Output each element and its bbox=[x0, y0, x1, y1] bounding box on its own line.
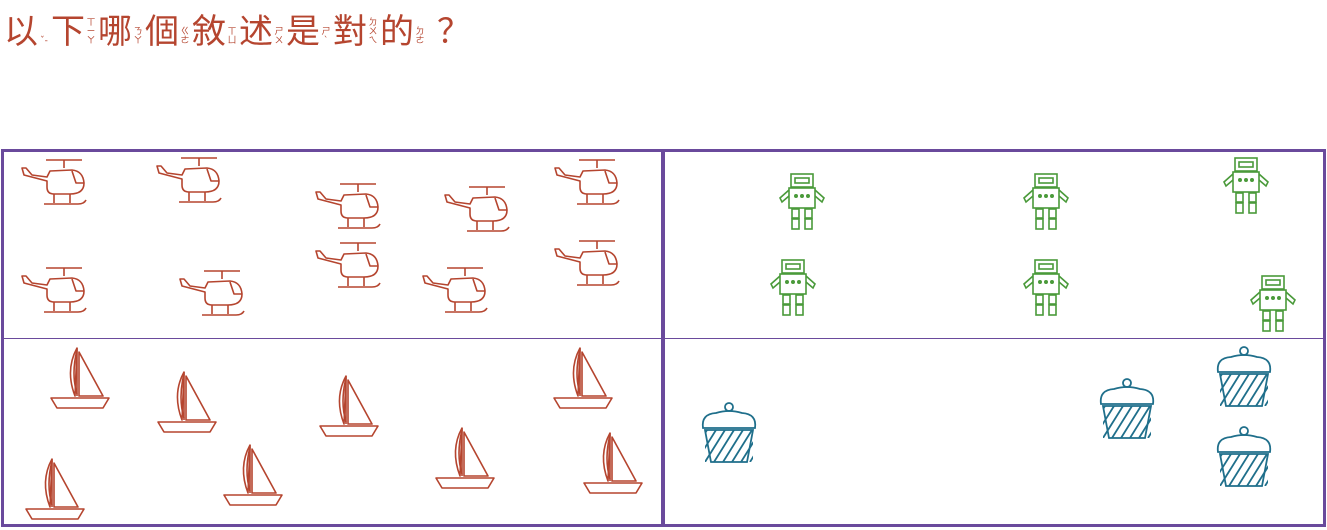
helicopter-icon bbox=[178, 268, 248, 324]
sailboat-icon bbox=[435, 427, 495, 489]
helicopter-icon bbox=[20, 265, 90, 321]
robot-icon bbox=[1223, 157, 1269, 214]
sailboat-icon bbox=[580, 431, 646, 501]
helicopter-icon bbox=[21, 267, 87, 313]
sailboat-icon bbox=[319, 375, 379, 437]
question-char: 哪ㄋ ㄚ bbox=[98, 12, 143, 52]
robot-icon bbox=[767, 258, 821, 322]
helicopter-icon bbox=[20, 157, 90, 213]
robot-icon bbox=[1020, 258, 1074, 322]
helicopter-icon bbox=[553, 157, 623, 213]
cupcake-icon bbox=[1216, 346, 1272, 407]
question-char: 下ㄒ ㄧ ㄚ bbox=[51, 12, 96, 52]
helicopter-icon bbox=[315, 242, 381, 288]
question-mark: ？ bbox=[437, 12, 471, 52]
helicopter-icon bbox=[443, 184, 513, 240]
sailboat-icon bbox=[432, 426, 498, 496]
sailboat-icon bbox=[154, 370, 220, 440]
sailboat-icon bbox=[220, 443, 286, 513]
row-divider bbox=[2, 338, 1324, 339]
sailboat-icon bbox=[50, 347, 110, 409]
helicopter-icon bbox=[553, 238, 623, 294]
cupcake-icon bbox=[701, 402, 757, 463]
sailboat-icon bbox=[25, 458, 85, 520]
sailboat-icon bbox=[583, 432, 643, 494]
question-char: 的ㄉ ㄜ bbox=[380, 12, 425, 52]
robot-icon bbox=[1250, 275, 1296, 332]
robot-icon bbox=[1023, 259, 1069, 316]
robot-icon bbox=[779, 173, 825, 230]
cupcake-icon bbox=[1098, 378, 1156, 448]
helicopter-icon bbox=[314, 181, 384, 237]
cupcake-icon bbox=[1099, 378, 1155, 439]
helicopter-icon bbox=[554, 240, 620, 286]
sailboat-icon bbox=[22, 457, 88, 527]
helicopter-icon bbox=[554, 159, 620, 205]
cupcake-icon bbox=[1215, 426, 1273, 496]
robot-icon bbox=[770, 259, 816, 316]
question-char: 對ㄉ ㄨ ㄟ bbox=[333, 12, 378, 52]
helicopter-icon bbox=[156, 157, 222, 203]
question-char: 敘ㄒ ㄩ bbox=[192, 12, 237, 52]
sailboat-icon bbox=[47, 346, 113, 416]
sailboat-icon bbox=[550, 346, 616, 416]
cupcake-icon bbox=[1216, 426, 1272, 487]
robot-icon bbox=[776, 172, 830, 236]
cupcake-icon bbox=[1215, 346, 1273, 416]
cupcake-icon bbox=[700, 402, 758, 472]
helicopter-icon bbox=[314, 240, 384, 296]
helicopter-icon bbox=[444, 186, 510, 232]
robot-icon bbox=[1020, 172, 1074, 236]
question-char: 述ㄕ ㄨ bbox=[239, 12, 284, 52]
helicopter-icon bbox=[422, 267, 488, 313]
helicopter-icon bbox=[179, 270, 245, 316]
question-text: 以 ˇ- 下ㄒ ㄧ ㄚ 哪ㄋ ㄚ 個ㄍ ㄜ 敘ㄒ ㄩ 述ㄕ ㄨ 是ㄕ ` 對ㄉ ㄨ… bbox=[4, 2, 471, 52]
question-char: 以 ˇ- bbox=[4, 12, 48, 52]
sailboat-icon bbox=[553, 347, 613, 409]
sailboat-icon bbox=[316, 374, 382, 444]
question-char: 是ㄕ ` bbox=[286, 12, 331, 52]
robot-icon bbox=[1023, 173, 1069, 230]
robot-icon bbox=[1247, 274, 1301, 338]
helicopter-icon bbox=[421, 265, 491, 321]
helicopter-icon bbox=[155, 155, 225, 211]
sailboat-icon bbox=[223, 444, 283, 506]
question-char: 個ㄍ ㄜ bbox=[145, 12, 190, 52]
robot-icon bbox=[1220, 156, 1274, 220]
helicopter-icon bbox=[21, 159, 87, 205]
helicopter-icon bbox=[315, 183, 381, 229]
sailboat-icon bbox=[157, 371, 217, 433]
